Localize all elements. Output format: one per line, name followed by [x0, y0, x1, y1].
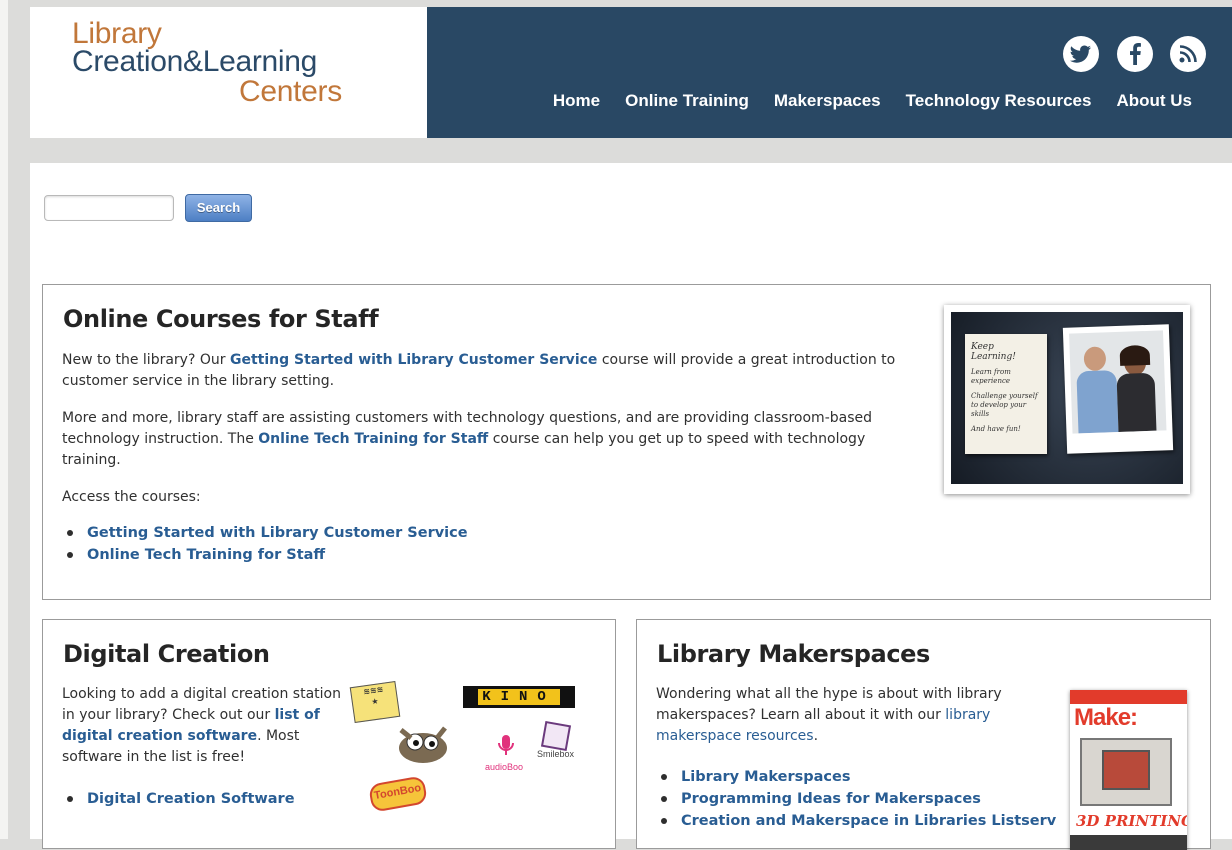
online-courses-tech-text: More and more, library staff are assisti… [62, 410, 873, 468]
search-input[interactable] [44, 195, 174, 221]
rss-icon[interactable] [1170, 36, 1206, 72]
makerspaces-title: Library Makerspaces [657, 640, 930, 668]
gimp-logo [393, 718, 455, 766]
nav-home[interactable]: Home [528, 91, 600, 111]
smilebox-logo: Smilebox [533, 720, 578, 768]
courses-list: Getting Started with Library Customer Se… [62, 522, 468, 566]
makerspaces-panel: Library Makerspaces Wondering what all t… [636, 619, 1211, 850]
access-courses-label: Access the courses: [62, 489, 201, 505]
customer-service-link[interactable]: Getting Started with Library Customer Se… [230, 352, 597, 368]
board-line-2: Challenge yourself to develop your skill… [971, 392, 1038, 418]
software-logos-collage: ≋≋≋ ★ KINO audioBoo Smilebox ToonBoo [348, 678, 588, 813]
kino-logo: KINO [463, 686, 575, 708]
nav-makerspaces[interactable]: Makerspaces [749, 91, 881, 111]
digital-creation-software-link[interactable]: Digital Creation Software [62, 788, 295, 810]
course-link-tech-training[interactable]: Online Tech Training for Staff [62, 544, 468, 566]
digital-creation-title: Digital Creation [63, 640, 270, 668]
online-courses-panel: Online Courses for Staff New to the libr… [42, 284, 1211, 600]
nav-technology-resources[interactable]: Technology Resources [881, 91, 1092, 111]
scratch-logo: ≋≋≋ ★ [349, 680, 401, 724]
logo-line-2: Creation&Learning [72, 45, 318, 78]
main-content: Search Online Courses for Staff New to t… [30, 163, 1232, 850]
tech-training-link[interactable]: Online Tech Training for Staff [258, 431, 488, 447]
online-courses-title: Online Courses for Staff [63, 305, 379, 333]
facebook-icon[interactable] [1117, 36, 1153, 72]
digital-creation-panel: Digital Creation Looking to add a digita… [42, 619, 616, 849]
twitter-icon[interactable] [1063, 36, 1099, 72]
course-link-customer-service[interactable]: Getting Started with Library Customer Se… [62, 522, 468, 544]
online-courses-intro: New to the library? Our Getting Started … [62, 352, 896, 389]
make-magazine-title: Make: [1074, 704, 1138, 731]
search-button[interactable]: Search [185, 194, 252, 222]
nav-about-us[interactable]: About Us [1091, 91, 1192, 111]
library-makerspaces-link[interactable]: Library Makerspaces [656, 766, 1056, 788]
main-nav: Home Online Training Makerspaces Technol… [528, 91, 1192, 111]
nav-online-training[interactable]: Online Training [600, 91, 749, 111]
makerspace-listserv-link[interactable]: Creation and Makerspace in Libraries Lis… [656, 810, 1056, 832]
make-magazine-cover: Make: 3D PRINTING [1070, 690, 1187, 850]
programming-ideas-link[interactable]: Programming Ideas for Makerspaces [656, 788, 1056, 810]
make-magazine-cover-text: 3D PRINTING [1076, 812, 1187, 830]
toonboo-logo: ToonBoo [367, 775, 429, 813]
header-band: Home Online Training Makerspaces Technol… [427, 7, 1232, 138]
board-title: Keep Learning! [971, 342, 1016, 362]
makerspaces-text: Wondering what all the hype is about wit… [656, 686, 1002, 744]
audioboo-logo: audioBoo [485, 733, 523, 775]
board-line-3: And have fun! [971, 425, 1021, 433]
digital-creation-list: Digital Creation Software [62, 788, 295, 810]
staff-training-image: Keep Learning! Learn from experience Cha… [944, 305, 1190, 494]
board-line-1: Learn from experience [971, 368, 1011, 385]
site-logo[interactable]: Library Creation&Learning Centers [30, 7, 428, 138]
digital-creation-text: Looking to add a digital creation statio… [62, 686, 341, 765]
logo-line-3: Centers [239, 75, 342, 108]
makerspaces-list: Library Makerspaces Programming Ideas fo… [656, 766, 1056, 832]
page-edge [0, 0, 8, 839]
